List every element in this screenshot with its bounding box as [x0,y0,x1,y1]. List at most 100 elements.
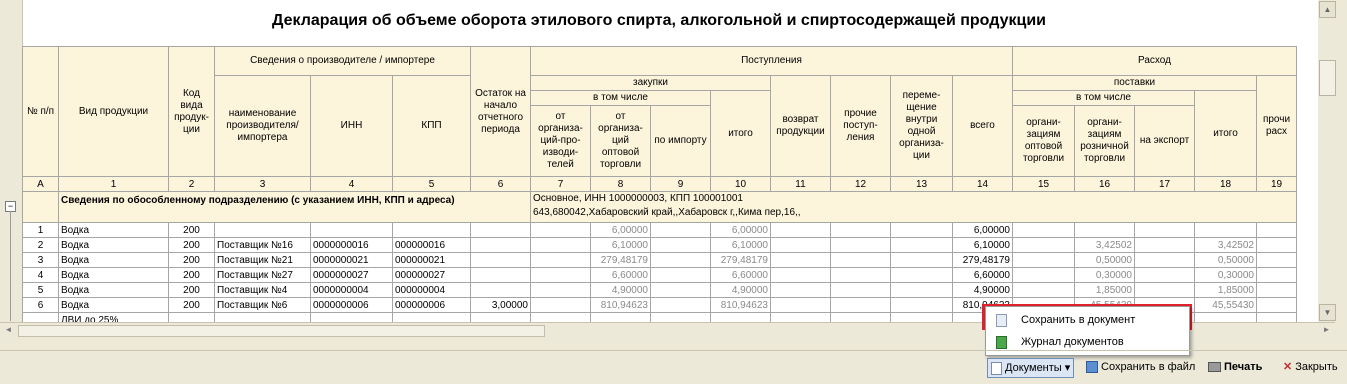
table-cell[interactable]: 0,50000 [1074,252,1135,268]
table-cell[interactable] [830,222,891,238]
table-cell[interactable] [890,297,953,313]
table-cell[interactable] [1256,252,1297,268]
table-cell[interactable] [890,252,953,268]
table-cell[interactable] [650,267,711,283]
vertical-scrollbar[interactable]: ▲ ▼ [1318,0,1336,322]
vertical-scroll-thumb[interactable] [1319,60,1336,96]
table-row[interactable]: 5 Водка 200 Поставщик №4 0000000004 000000004… [22,282,1297,298]
table-cell[interactable] [168,312,215,322]
table-cell[interactable]: 6,00000 [590,222,651,238]
table-cell[interactable]: 4,90000 [590,282,651,298]
table-cell[interactable] [470,267,531,283]
scroll-right-icon[interactable]: ► [1320,324,1333,336]
table-cell[interactable] [770,312,831,322]
menu-item-document-journal[interactable]: Журнал документов [988,332,1187,352]
table-cell[interactable] [650,312,711,322]
table-cell[interactable]: 279,48179 [710,252,771,268]
table-cell[interactable]: 810,94623 [710,297,771,313]
close-button[interactable]: ✕ Закрыть [1283,358,1338,376]
scroll-up-icon[interactable]: ▲ [1319,1,1336,18]
table-cell[interactable] [890,267,953,283]
table-cell[interactable]: 3 [22,252,59,268]
table-cell[interactable]: 6,00000 [710,222,771,238]
table-cell[interactable]: 000000006 [392,297,471,313]
table-cell[interactable]: Поставщик №6 [214,297,311,313]
table-cell[interactable]: 200 [168,297,215,313]
table-cell[interactable]: 000000016 [392,237,471,253]
table-cell[interactable] [470,222,531,238]
table-cell[interactable] [830,252,891,268]
table-cell[interactable]: 6 [22,297,59,313]
table-row[interactable]: 4 Водка 200 Поставщик №27 0000000027 00000002… [22,267,1297,283]
table-cell[interactable] [530,267,591,283]
table-cell[interactable] [1134,237,1195,253]
table-cell[interactable] [770,267,831,283]
table-cell[interactable]: 6,10000 [590,237,651,253]
table-cell[interactable]: 4,90000 [710,282,771,298]
table-cell[interactable] [1134,222,1195,238]
table-cell[interactable]: 0000000021 [310,252,393,268]
table-cell[interactable]: 000000004 [392,282,471,298]
table-cell[interactable] [310,312,393,322]
table-cell[interactable]: Водка [58,282,169,298]
table-cell[interactable]: 3,00000 [470,297,531,313]
table-cell[interactable] [310,222,393,238]
horizontal-scroll-thumb[interactable] [18,325,545,337]
table-cell[interactable] [770,252,831,268]
table-cell[interactable]: 6,10000 [952,237,1013,253]
table-cell[interactable]: 0,30000 [1194,267,1257,283]
table-cell[interactable] [530,222,591,238]
table-cell[interactable] [22,312,59,322]
table-cell[interactable] [770,297,831,313]
table-cell[interactable] [1012,237,1075,253]
table-cell[interactable] [1256,282,1297,298]
table-row[interactable]: 3 Водка 200 Поставщик №21 0000000021 00000002… [22,252,1297,268]
table-cell[interactable]: Водка [58,297,169,313]
table-cell[interactable] [470,237,531,253]
table-cell[interactable] [1256,297,1297,313]
table-cell[interactable] [1194,312,1257,322]
table-cell[interactable] [650,237,711,253]
table-cell[interactable] [214,312,311,322]
table-cell[interactable] [650,297,711,313]
table-cell[interactable] [470,312,531,322]
table-cell[interactable]: 0000000004 [310,282,393,298]
table-cell[interactable] [1012,282,1075,298]
menu-item-save-to-document[interactable]: Сохранить в документ [988,310,1187,330]
save-to-file-button[interactable]: Сохранить в файл [1086,358,1195,376]
section-row[interactable]: Сведения по обособленному подразделению … [22,191,1297,223]
table-cell[interactable] [1012,252,1075,268]
table-cell[interactable]: 0000000006 [310,297,393,313]
table-cell[interactable]: 6,10000 [710,237,771,253]
table-cell[interactable]: ЛВИ до 25% [58,312,169,322]
print-button[interactable]: Печать [1208,358,1262,376]
table-cell[interactable] [830,267,891,283]
table-cell[interactable] [890,282,953,298]
table-cell[interactable]: 279,48179 [952,252,1013,268]
table-cell[interactable]: 0,30000 [1074,267,1135,283]
table-cell[interactable]: Водка [58,267,169,283]
table-cell[interactable]: 45,55430 [1194,297,1257,313]
table-cell[interactable] [530,252,591,268]
table-cell[interactable] [890,312,953,322]
table-cell[interactable]: 200 [168,222,215,238]
table-cell[interactable]: Поставщик №16 [214,237,311,253]
table-cell[interactable] [1134,267,1195,283]
table-cell[interactable]: 200 [168,252,215,268]
table-cell[interactable] [1134,282,1195,298]
table-cell[interactable]: Поставщик №21 [214,252,311,268]
table-cell[interactable] [770,222,831,238]
table-cell[interactable]: 0000000016 [310,237,393,253]
table-cell[interactable]: 4 [22,267,59,283]
table-cell[interactable]: Водка [58,237,169,253]
table-cell[interactable]: 200 [168,267,215,283]
table-cell[interactable] [470,282,531,298]
table-cell[interactable]: 810,94623 [590,297,651,313]
table-cell[interactable] [530,312,591,322]
table-cell[interactable]: 1,85000 [1194,282,1257,298]
table-cell[interactable]: 3,42502 [1194,237,1257,253]
table-cell[interactable]: 6,00000 [952,222,1013,238]
table-cell[interactable] [650,252,711,268]
table-cell[interactable]: 0000000027 [310,267,393,283]
table-cell[interactable]: 6,60000 [952,267,1013,283]
